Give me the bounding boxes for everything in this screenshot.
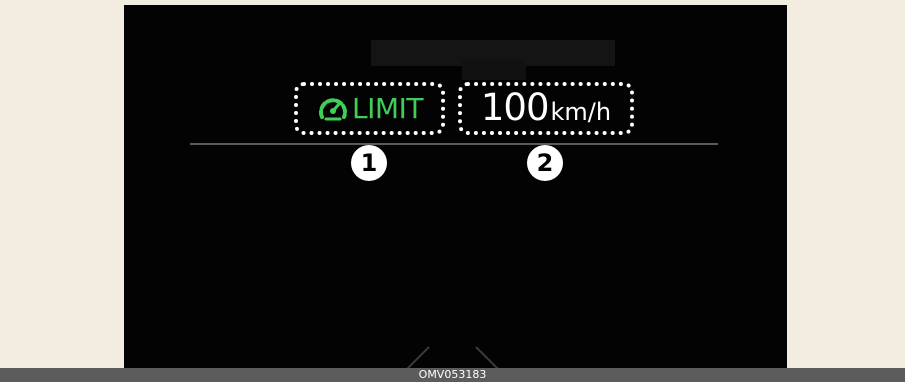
speed-limiter-icon xyxy=(319,97,348,120)
speed-unit: km/h xyxy=(550,98,612,126)
lane-lines xyxy=(406,346,499,368)
horizon-line xyxy=(190,143,718,145)
image-caption: OMV053183 xyxy=(0,368,905,382)
callout-1: 1 xyxy=(351,145,387,181)
limit-label: LIMIT xyxy=(352,91,423,125)
speed-limit-indicator: LIMIT xyxy=(294,82,445,135)
speed-value: 100 xyxy=(480,86,550,129)
callout-2: 2 xyxy=(527,145,563,181)
top-indicator-stem xyxy=(462,60,526,80)
cluster-display: LIMIT 100 km/h 1 2 xyxy=(124,5,787,368)
set-speed-indicator: 100 km/h xyxy=(458,82,634,135)
